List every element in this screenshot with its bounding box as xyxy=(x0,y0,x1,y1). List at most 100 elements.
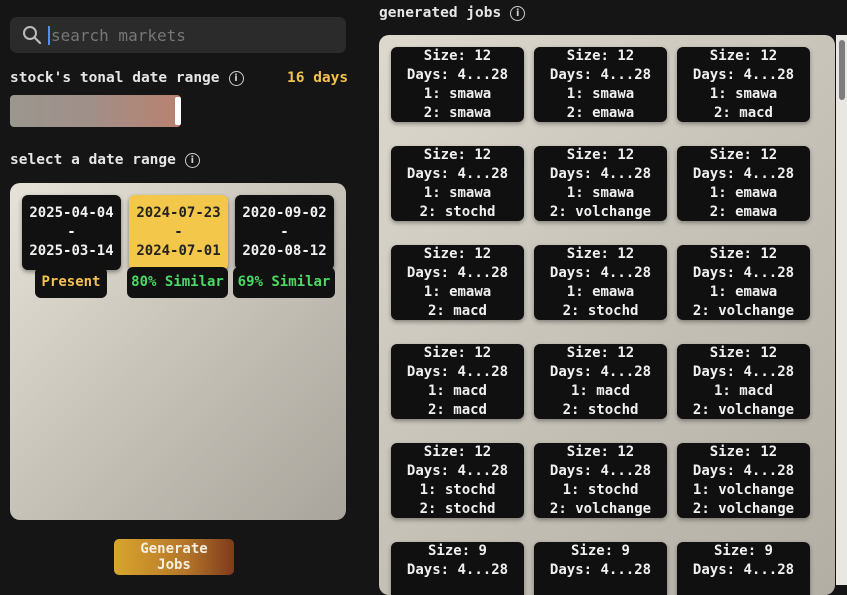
job-card[interactable]: Size: 9 Days: 4...28 xyxy=(534,542,667,595)
range-separator: - xyxy=(280,224,289,240)
job-days: Days: 4...28 xyxy=(406,265,509,281)
job-one: 1: emawa xyxy=(709,284,778,300)
scrollbar-thumb[interactable] xyxy=(839,40,845,100)
job-size: Size: 12 xyxy=(709,246,778,262)
job-size: Size: 12 xyxy=(423,345,492,361)
job-card[interactable]: Size: 12 Days: 4...28 1: macd 2: macd xyxy=(391,344,524,419)
job-days: Days: 4...28 xyxy=(549,265,652,281)
job-days: Days: 4...28 xyxy=(692,364,795,380)
job-two: 2: stochd xyxy=(562,303,639,319)
job-one: 1: stochd xyxy=(562,482,639,498)
job-size: Size: 12 xyxy=(709,48,778,64)
job-size: Size: 12 xyxy=(423,147,492,163)
job-one: 1: smawa xyxy=(423,86,492,102)
job-card[interactable]: Size: 12 Days: 4...28 1: emawa 2: volchange xyxy=(677,245,810,320)
range-end: 2020-08-12 xyxy=(242,243,327,259)
job-size: Size: 12 xyxy=(423,246,492,262)
job-card[interactable]: Size: 12 Days: 4...28 1: volchange 2: volch… xyxy=(677,443,810,518)
job-days: Days: 4...28 xyxy=(406,562,509,578)
present-badge: Present xyxy=(35,267,107,298)
range-start: 2025-04-04 xyxy=(29,205,114,221)
job-one: 1: macd xyxy=(427,383,487,399)
generated-jobs-title: generated jobs i xyxy=(379,5,526,21)
job-two: 2: volchange xyxy=(692,303,795,319)
job-card[interactable]: Size: 12 Days: 4...28 1: stochd 2: volchang… xyxy=(534,443,667,518)
job-size: Size: 12 xyxy=(709,444,778,460)
job-card[interactable]: Size: 12 Days: 4...28 1: stochd 2: stochd xyxy=(391,443,524,518)
job-size: Size: 9 xyxy=(570,543,630,559)
similarity-badge: 80% Similar xyxy=(127,267,228,298)
job-two: 2: volchange xyxy=(692,501,795,517)
similarity-badge: 69% Similar xyxy=(233,267,335,298)
job-size: Size: 12 xyxy=(566,246,635,262)
search-input[interactable] xyxy=(48,25,331,45)
job-card[interactable]: Size: 9 Days: 4...28 xyxy=(677,542,810,595)
job-two: 2: stochd xyxy=(419,204,496,220)
job-two: 2: volchange xyxy=(549,501,652,517)
job-days: Days: 4...28 xyxy=(549,67,652,83)
job-size: Size: 12 xyxy=(709,147,778,163)
left-panel: stock's tonal date range i 16 days selec… xyxy=(0,0,360,585)
job-two: 2: emawa xyxy=(709,204,778,220)
info-icon[interactable]: i xyxy=(228,70,244,86)
job-size: Size: 12 xyxy=(566,48,635,64)
job-two: 2: stochd xyxy=(562,402,639,418)
job-card[interactable]: Size: 12 Days: 4...28 1: smawa 2: macd xyxy=(677,47,810,122)
job-card[interactable]: Size: 12 Days: 4...28 1: smawa 2: emawa xyxy=(534,47,667,122)
job-days: Days: 4...28 xyxy=(406,364,509,380)
range-end: 2024-07-01 xyxy=(136,243,221,259)
job-size: Size: 12 xyxy=(423,48,492,64)
job-two: 2: stochd xyxy=(419,501,496,517)
job-days: Days: 4...28 xyxy=(406,67,509,83)
job-one: 1: macd xyxy=(570,383,630,399)
tonal-days-value: 16 days xyxy=(287,70,349,86)
info-icon[interactable]: i xyxy=(184,152,200,168)
job-one: 1: stochd xyxy=(419,482,496,498)
job-two: 2: volchange xyxy=(692,402,795,418)
scrollbar-track[interactable] xyxy=(836,35,847,585)
job-card[interactable]: Size: 12 Days: 4...28 1: smawa 2: volchange xyxy=(534,146,667,221)
job-size: Size: 12 xyxy=(709,345,778,361)
search-bar[interactable] xyxy=(10,17,346,53)
tonal-range-slider[interactable] xyxy=(10,95,181,127)
jobs-grid: Size: 12 Days: 4...28 1: smawa 2: smawa Size… xyxy=(391,47,810,595)
generate-jobs-button[interactable]: Generate Jobs xyxy=(114,539,234,575)
job-card[interactable]: Size: 9 Days: 4...28 xyxy=(391,542,524,595)
job-one: 1: smawa xyxy=(423,185,492,201)
range-start: 2020-09-02 xyxy=(242,205,327,221)
job-card[interactable]: Size: 12 Days: 4...28 1: smawa 2: stochd xyxy=(391,146,524,221)
range-end: 2025-03-14 xyxy=(29,243,114,259)
job-card[interactable]: Size: 12 Days: 4...28 1: emawa 2: emawa xyxy=(677,146,810,221)
job-two: 2: smawa xyxy=(423,105,492,121)
job-one: 1: smawa xyxy=(566,185,635,201)
job-days: Days: 4...28 xyxy=(549,562,652,578)
job-two: 2: volchange xyxy=(549,204,652,220)
jobs-panel: Size: 12 Days: 4...28 1: smawa 2: smawa Size… xyxy=(379,35,835,595)
job-days: Days: 4...28 xyxy=(692,265,795,281)
job-card[interactable]: Size: 12 Days: 4...28 1: emawa 2: stochd xyxy=(534,245,667,320)
job-two: 2: macd xyxy=(713,105,773,121)
date-range-option[interactable]: 2025-04-04 - 2025-03-14 xyxy=(22,195,121,270)
range-start: 2024-07-23 xyxy=(136,205,221,221)
info-icon[interactable]: i xyxy=(510,5,526,21)
job-days: Days: 4...28 xyxy=(406,463,509,479)
job-days: Days: 4...28 xyxy=(406,166,509,182)
date-range-option[interactable]: 2020-09-02 - 2020-08-12 xyxy=(235,195,334,270)
job-size: Size: 9 xyxy=(427,543,487,559)
slider-handle[interactable] xyxy=(175,97,181,125)
job-one xyxy=(391,580,524,595)
job-card[interactable]: Size: 12 Days: 4...28 1: emawa 2: macd xyxy=(391,245,524,320)
job-one xyxy=(677,580,810,595)
job-card[interactable]: Size: 12 Days: 4...28 1: macd 2: stochd xyxy=(534,344,667,419)
tonal-range-label: stock's tonal date range i xyxy=(10,70,244,86)
date-range-option-selected[interactable]: 2024-07-23 - 2024-07-01 xyxy=(129,195,228,270)
job-card[interactable]: Size: 12 Days: 4...28 1: macd 2: volchange xyxy=(677,344,810,419)
job-size: Size: 12 xyxy=(566,147,635,163)
job-one: 1: emawa xyxy=(566,284,635,300)
job-one: 1: emawa xyxy=(423,284,492,300)
job-one xyxy=(534,580,667,595)
job-one: 1: macd xyxy=(713,383,773,399)
job-card[interactable]: Size: 12 Days: 4...28 1: smawa 2: smawa xyxy=(391,47,524,122)
job-one: 1: volchange xyxy=(692,482,795,498)
date-range-label: select a date range i xyxy=(10,152,200,168)
